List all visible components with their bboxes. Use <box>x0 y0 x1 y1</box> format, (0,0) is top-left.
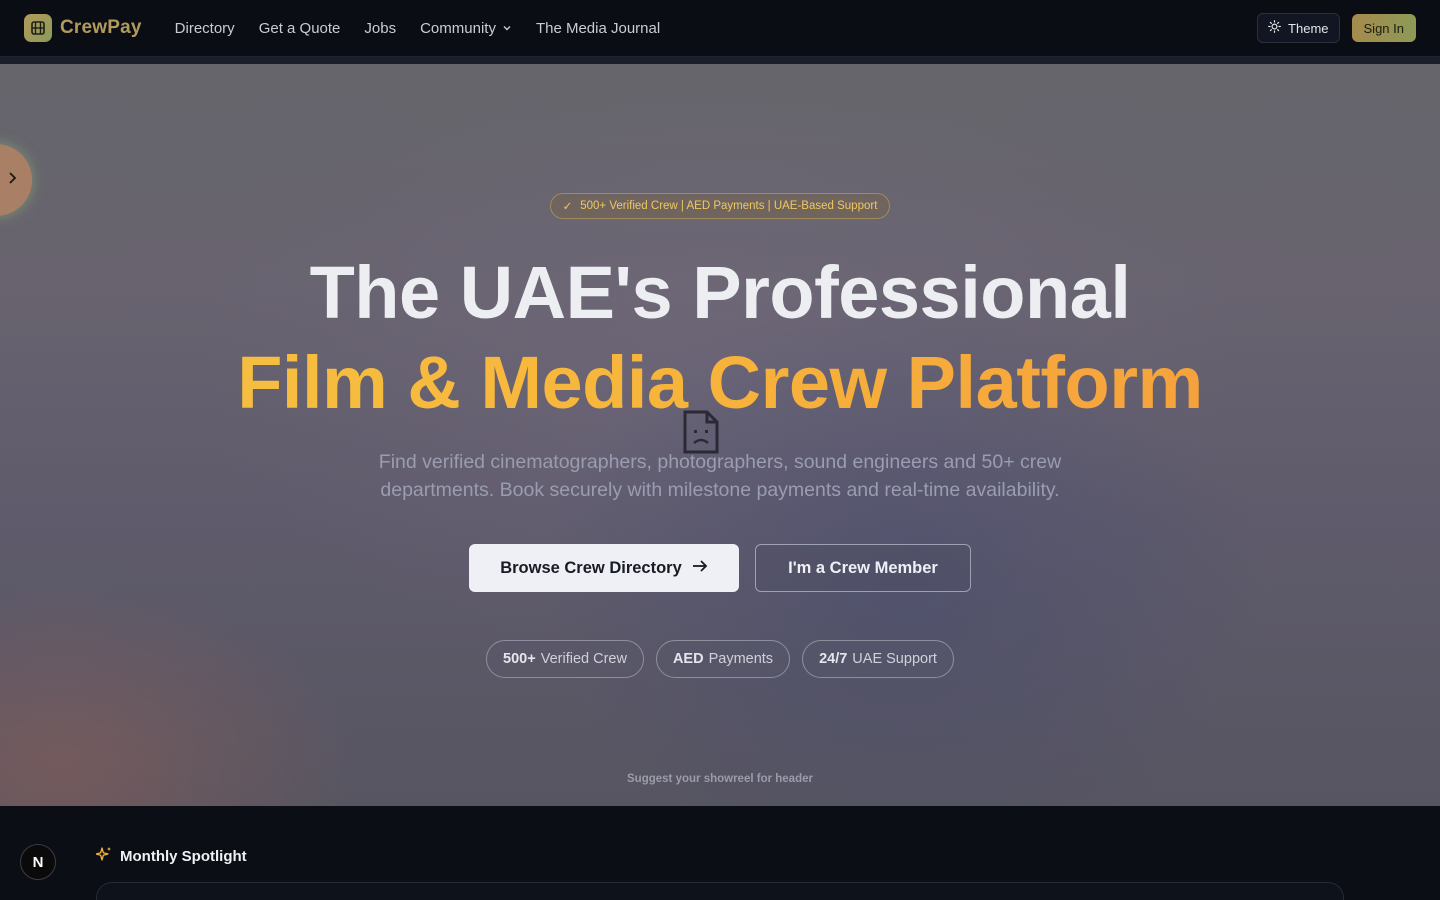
nav-community-label: Community <box>420 19 496 37</box>
stat-pill-uae-support: 24/7 UAE Support <box>802 640 954 678</box>
stat-value: 24/7 <box>819 651 848 667</box>
nav-actions: Theme Sign In <box>1257 13 1416 43</box>
side-panel-toggle[interactable] <box>0 144 32 216</box>
crew-member-button[interactable]: I'm a Crew Member <box>755 544 971 592</box>
stat-label: Payments <box>708 651 774 667</box>
sign-in-button[interactable]: Sign In <box>1351 14 1416 42</box>
arrow-right-icon <box>692 559 708 578</box>
stat-pill-aed-payments: AED Payments <box>655 640 791 678</box>
top-navbar: CrewPay Directory Get a Quote Jobs Commu… <box>0 0 1440 57</box>
hero-section: ✓ 500+ Verified Crew | AED Payments | UA… <box>0 64 1440 806</box>
brand-link[interactable]: CrewPay <box>24 14 142 42</box>
hero-subtitle: Find verified cinematographers, photogra… <box>378 451 1062 501</box>
browse-crew-directory-label: Browse Crew Directory <box>500 558 682 577</box>
monthly-spotlight-title: Monthly Spotlight <box>120 848 247 865</box>
stat-pill-verified-crew: 500+ Verified Crew <box>486 640 644 678</box>
stat-value: 500+ <box>503 651 536 667</box>
stats-pills: 500+ Verified Crew AED Payments 24/7 UAE… <box>0 640 1440 678</box>
primary-nav: Directory Get a Quote Jobs Community The… <box>175 20 661 37</box>
stat-label: UAE Support <box>852 651 937 667</box>
theme-toggle-button[interactable]: Theme <box>1257 13 1340 43</box>
nav-media-journal[interactable]: The Media Journal <box>536 20 660 37</box>
nav-directory[interactable]: Directory <box>175 20 235 37</box>
stat-value: AED <box>672 651 704 667</box>
hero-title-line2: Film & Media Crew Platform <box>0 340 1440 425</box>
sun-icon <box>1268 20 1281 36</box>
film-icon <box>24 14 52 42</box>
trust-badge: ✓ 500+ Verified Crew | AED Payments | UA… <box>550 193 890 219</box>
brand-name: CrewPay <box>60 17 142 38</box>
chevron-right-icon <box>7 171 19 190</box>
chevron-down-icon <box>502 20 512 37</box>
hero-title-line1: The UAE's Professional <box>309 251 1131 334</box>
nav-get-a-quote[interactable]: Get a Quote <box>259 20 341 37</box>
hero-top-strip <box>0 57 1440 64</box>
browse-crew-directory-button[interactable]: Browse Crew Directory <box>469 544 739 592</box>
trust-badge-text: 500+ Verified Crew | AED Payments | UAE-… <box>580 200 878 212</box>
spotlight-card <box>96 882 1344 900</box>
sparkles-icon <box>95 846 112 867</box>
suggest-showreel-link[interactable]: Suggest your showreel for header <box>0 773 1440 785</box>
nav-jobs[interactable]: Jobs <box>364 20 396 37</box>
monthly-spotlight-heading: Monthly Spotlight <box>95 846 247 867</box>
stat-label: Verified Crew <box>540 651 627 667</box>
framework-badge[interactable]: N <box>20 844 56 880</box>
theme-label: Theme <box>1288 20 1329 36</box>
check-icon: ✓ <box>562 201 573 213</box>
nav-community[interactable]: Community <box>420 20 512 37</box>
